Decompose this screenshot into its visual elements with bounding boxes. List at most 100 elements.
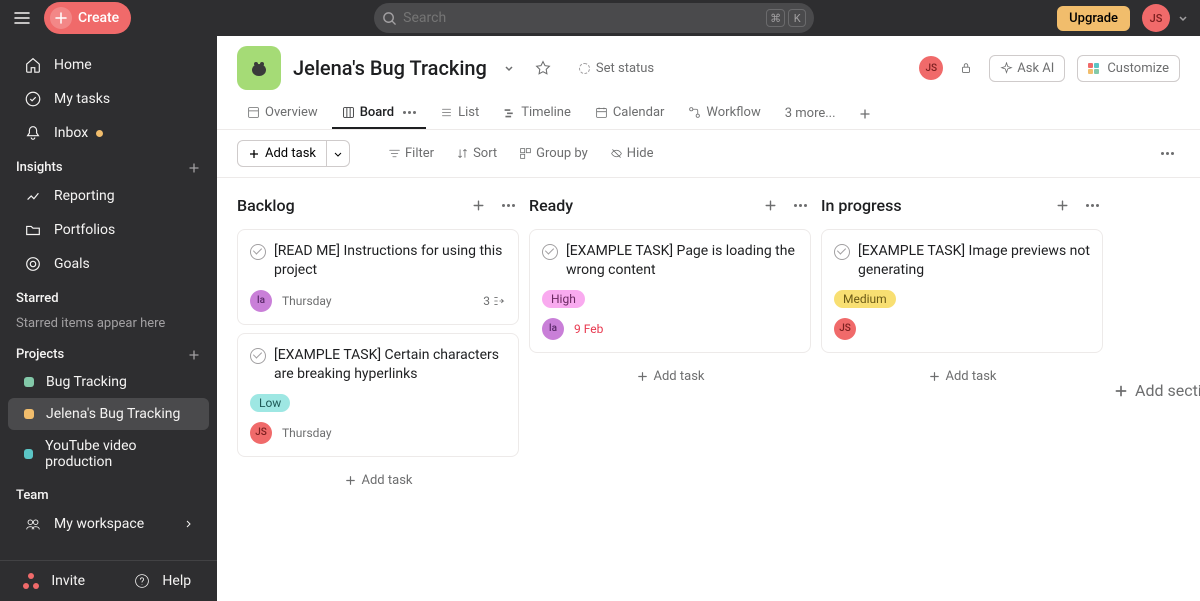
project-item[interactable]: YouTube video production bbox=[8, 430, 209, 478]
add-task-split-button[interactable]: Add task bbox=[237, 140, 350, 167]
user-avatar[interactable]: JS bbox=[1142, 4, 1170, 32]
nav-goals[interactable]: Goals bbox=[8, 247, 209, 281]
tab-overview[interactable]: Overview bbox=[237, 98, 328, 129]
complete-checkbox[interactable] bbox=[250, 244, 266, 260]
ask-ai-button[interactable]: Ask AI bbox=[989, 55, 1065, 82]
tab-list[interactable]: List bbox=[430, 98, 489, 129]
privacy-icon[interactable] bbox=[955, 57, 977, 79]
add-task-inline[interactable]: Add task bbox=[237, 465, 519, 496]
group-button[interactable]: Group by bbox=[513, 142, 594, 165]
projects-header[interactable]: Projects bbox=[0, 337, 217, 366]
notification-dot bbox=[96, 130, 103, 137]
column-more[interactable] bbox=[1082, 200, 1103, 211]
plus-icon[interactable] bbox=[187, 161, 201, 175]
invite-button[interactable]: Invite bbox=[0, 561, 109, 601]
plus-icon[interactable] bbox=[187, 348, 201, 362]
add-task-inline[interactable]: Add task bbox=[821, 361, 1103, 392]
assignee-avatar[interactable]: la bbox=[250, 290, 272, 312]
chart-icon bbox=[24, 187, 42, 205]
filter-button[interactable]: Filter bbox=[382, 142, 440, 165]
nav-mytasks[interactable]: My tasks bbox=[8, 82, 209, 116]
chevron-right-icon bbox=[183, 519, 193, 529]
complete-checkbox[interactable] bbox=[250, 348, 266, 364]
set-status[interactable]: Set status bbox=[579, 61, 654, 76]
sort-button[interactable]: Sort bbox=[450, 142, 503, 165]
menu-icon[interactable] bbox=[12, 8, 32, 28]
target-icon bbox=[24, 255, 42, 273]
add-task-button[interactable]: Add task bbox=[237, 140, 327, 167]
search-icon bbox=[382, 11, 397, 26]
project-icon[interactable] bbox=[237, 46, 281, 90]
task-title: [READ ME] Instructions for using this pr… bbox=[274, 242, 506, 280]
column-add[interactable] bbox=[759, 194, 782, 217]
column-add[interactable] bbox=[1051, 194, 1074, 217]
home-icon bbox=[24, 56, 42, 74]
project-label: Jelena's Bug Tracking bbox=[46, 406, 180, 422]
task-date: 9 Feb bbox=[574, 322, 603, 336]
bell-icon bbox=[24, 124, 42, 142]
create-button[interactable]: Create bbox=[44, 2, 131, 34]
project-item[interactable]: Bug Tracking bbox=[8, 366, 209, 398]
priority-pill: Medium bbox=[834, 290, 896, 308]
task-date: Thursday bbox=[282, 426, 332, 440]
project-color-dot bbox=[24, 377, 34, 387]
task-card[interactable]: [EXAMPLE TASK] Page is loading the wrong… bbox=[529, 229, 811, 353]
nav-home[interactable]: Home bbox=[8, 48, 209, 82]
tab-menu-icon[interactable] bbox=[403, 111, 416, 114]
project-label: YouTube video production bbox=[45, 438, 193, 470]
task-card[interactable]: [READ ME] Instructions for using this pr… bbox=[237, 229, 519, 325]
nav-reporting[interactable]: Reporting bbox=[8, 179, 209, 213]
insights-header[interactable]: Insights bbox=[0, 150, 217, 179]
team-header[interactable]: Team bbox=[0, 478, 217, 507]
nav-inbox[interactable]: Inbox bbox=[8, 116, 209, 150]
task-title: [EXAMPLE TASK] Certain characters are br… bbox=[274, 346, 506, 384]
search-input[interactable]: ⌘K bbox=[374, 3, 814, 33]
hide-button[interactable]: Hide bbox=[604, 142, 660, 165]
column-title[interactable]: Backlog bbox=[237, 196, 459, 215]
project-dropdown[interactable] bbox=[499, 58, 519, 78]
invite-icon bbox=[23, 573, 39, 589]
tab-calendar[interactable]: Calendar bbox=[585, 98, 675, 129]
grid-icon bbox=[1088, 63, 1099, 74]
assignee-avatar[interactable]: JS bbox=[250, 422, 272, 444]
tab-workflow[interactable]: Workflow bbox=[678, 98, 770, 129]
complete-checkbox[interactable] bbox=[834, 244, 850, 260]
tab-board[interactable]: Board bbox=[332, 98, 426, 129]
column-title[interactable]: In progress bbox=[821, 196, 1043, 215]
add-tab[interactable] bbox=[850, 103, 880, 125]
toolbar-more[interactable] bbox=[1155, 148, 1180, 159]
column-title[interactable]: Ready bbox=[529, 196, 751, 215]
upgrade-button[interactable]: Upgrade bbox=[1057, 6, 1130, 31]
task-card[interactable]: [EXAMPLE TASK] Image previews not genera… bbox=[821, 229, 1103, 353]
add-section[interactable]: Add section bbox=[1113, 194, 1200, 585]
assignee-avatar[interactable]: JS bbox=[834, 318, 856, 340]
add-task-dropdown[interactable] bbox=[327, 140, 350, 167]
task-card[interactable]: [EXAMPLE TASK] Certain characters are br… bbox=[237, 333, 519, 457]
star-button[interactable] bbox=[531, 56, 555, 80]
search-field[interactable] bbox=[403, 10, 760, 26]
member-avatar[interactable]: JS bbox=[919, 56, 943, 80]
starred-header[interactable]: Starred bbox=[0, 281, 217, 310]
nav-label: Home bbox=[54, 57, 92, 73]
column-add[interactable] bbox=[467, 194, 490, 217]
create-label: Create bbox=[78, 10, 119, 26]
complete-checkbox[interactable] bbox=[542, 244, 558, 260]
chevron-down-icon[interactable] bbox=[1178, 13, 1188, 23]
help-button[interactable]: Help bbox=[109, 561, 218, 601]
project-item[interactable]: Jelena's Bug Tracking bbox=[8, 398, 209, 430]
assignee-avatar[interactable]: la bbox=[542, 318, 564, 340]
task-date: Thursday bbox=[282, 294, 332, 308]
column-more[interactable] bbox=[498, 200, 519, 211]
priority-pill: Low bbox=[250, 394, 290, 412]
column-more[interactable] bbox=[790, 200, 811, 211]
status-ring-icon bbox=[579, 63, 590, 74]
nav-portfolios[interactable]: Portfolios bbox=[8, 213, 209, 247]
team-workspace[interactable]: My workspace bbox=[8, 507, 209, 541]
customize-button[interactable]: Customize bbox=[1077, 55, 1180, 82]
tabs-more[interactable]: 3 more... bbox=[775, 99, 846, 128]
tab-timeline[interactable]: Timeline bbox=[493, 98, 581, 129]
add-task-inline[interactable]: Add task bbox=[529, 361, 811, 392]
project-color-dot bbox=[24, 409, 34, 419]
nav-label: My tasks bbox=[54, 91, 110, 107]
priority-pill: High bbox=[542, 290, 585, 308]
